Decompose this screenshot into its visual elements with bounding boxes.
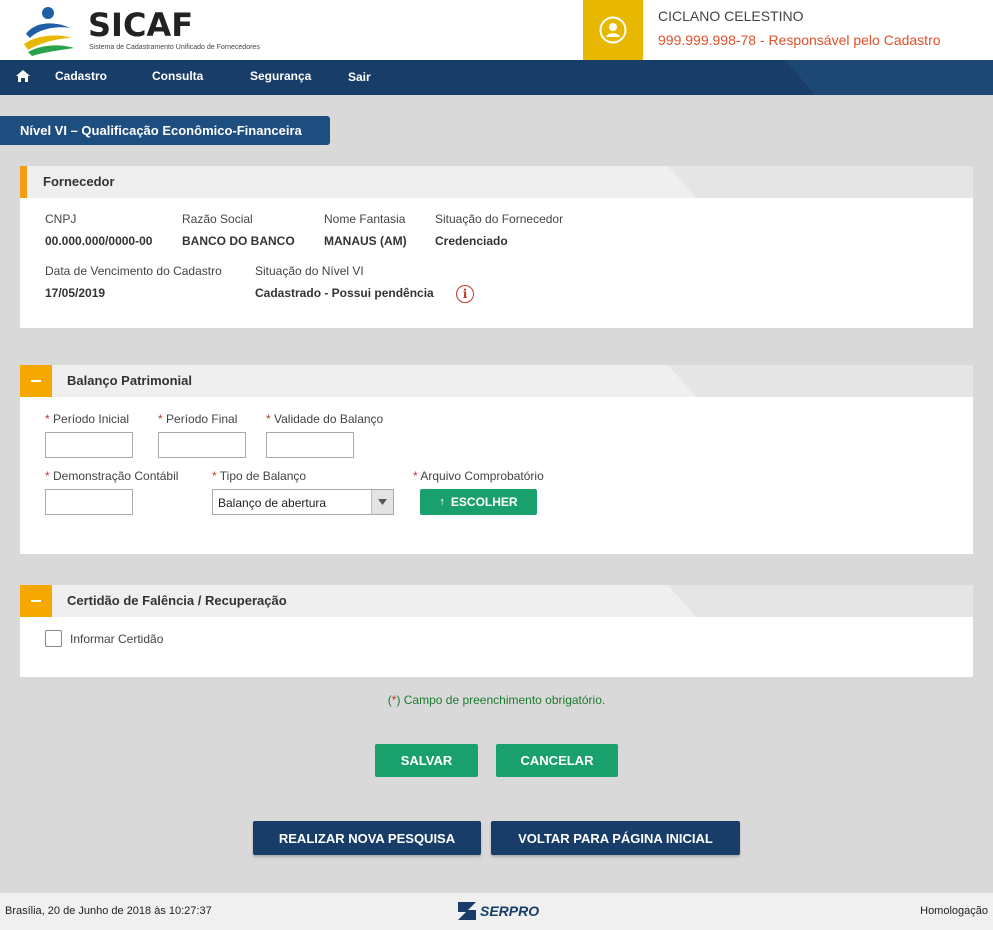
- footer-environment: Homologação: [920, 905, 988, 917]
- razao-social-value: BANCO DO BANCO: [182, 234, 295, 248]
- select-arrow[interactable]: [371, 490, 393, 514]
- required-mark: *: [45, 469, 50, 483]
- header-accent-bar: [20, 166, 27, 198]
- home-icon: [16, 70, 30, 82]
- required-mark: *: [158, 412, 163, 426]
- voltar-inicio-button[interactable]: VOLTAR PARA PÁGINA INICIAL: [491, 821, 740, 855]
- serpro-logo[interactable]: SERPRO: [456, 900, 539, 922]
- arquivo-label: * Arquivo Comprobatório: [413, 469, 544, 483]
- minus-icon: [31, 380, 41, 382]
- situacao-nivel-value: Cadastrado - Possui pendência: [255, 286, 434, 300]
- situacao-nivel-label: Situação do Nível VI: [255, 264, 364, 278]
- demonstracao-label: * Demonstração Contábil: [45, 469, 178, 483]
- validade-text: Validade do Balanço: [274, 412, 384, 426]
- fornecedor-panel-header: Fornecedor: [20, 166, 973, 198]
- validade-input[interactable]: [266, 432, 354, 458]
- salvar-button[interactable]: SALVAR: [375, 744, 478, 777]
- header-decoration: [663, 365, 973, 397]
- required-mark: *: [45, 412, 50, 426]
- user-box: CICLANO CELESTINO 999.999.998-78 - Respo…: [583, 0, 993, 60]
- collapse-button[interactable]: [20, 585, 52, 617]
- collapse-button[interactable]: [20, 365, 52, 397]
- demonstracao-input[interactable]: [45, 489, 133, 515]
- periodo-inicial-input[interactable]: [45, 432, 133, 458]
- serpro-text: SERPRO: [480, 903, 540, 919]
- tipo-balanco-text: Tipo de Balanço: [219, 469, 307, 483]
- razao-social-label: Razão Social: [182, 212, 253, 226]
- periodo-inicial-text: Período Inicial: [53, 412, 130, 426]
- vencimento-value: 17/05/2019: [45, 286, 106, 300]
- validade-label: * Validade do Balanço: [266, 412, 383, 426]
- footer-datetime: Brasília, 20 de Junho de 2018 às 10:27:3…: [5, 905, 212, 917]
- periodo-final-text: Período Final: [166, 412, 238, 426]
- nav-item-seguranca[interactable]: Segurança: [250, 69, 311, 83]
- required-mark: *: [266, 412, 271, 426]
- minus-icon: [31, 600, 41, 602]
- main-nav: Cadastro Consulta Segurança Sair: [0, 60, 993, 95]
- escolher-label: ESCOLHER: [450, 495, 518, 509]
- header-decoration: [663, 585, 973, 617]
- situacao-fornecedor-value: Credenciado: [435, 234, 508, 248]
- sicaf-logo-icon: [24, 7, 74, 56]
- tipo-balanco-label: * Tipo de Balanço: [212, 469, 306, 483]
- cnpj-value: 00.000.000/0000-00: [45, 234, 153, 248]
- upload-icon: ↑: [439, 496, 445, 508]
- sicaf-logo[interactable]: SICAF Sistema de Cadastramento Unificado…: [18, 4, 278, 58]
- required-mark: *: [212, 469, 217, 483]
- balanco-panel: Balanço Patrimonial * Período Inicial * …: [20, 365, 973, 554]
- footer: Brasília, 20 de Junho de 2018 às 10:27:3…: [0, 893, 993, 930]
- periodo-final-label: * Período Final: [158, 412, 237, 426]
- nav-item-sair[interactable]: Sair: [348, 70, 371, 84]
- informar-certidao-label[interactable]: Informar Certidão: [70, 632, 163, 646]
- user-avatar[interactable]: [583, 0, 643, 60]
- informar-certidao-checkbox[interactable]: [45, 630, 62, 647]
- cancelar-button[interactable]: CANCELAR: [496, 744, 618, 777]
- cnpj-label: CNPJ: [45, 212, 77, 226]
- nav-decoration: [785, 60, 993, 95]
- note-text: ) Campo de preenchimento obrigatório.: [396, 693, 606, 707]
- page-title: Nível VI – Qualificação Econômico-Financ…: [0, 116, 330, 145]
- certidao-panel: Certidão de Falência / Recuperação Infor…: [20, 585, 973, 677]
- user-name: CICLANO CELESTINO: [658, 8, 804, 24]
- nav-home[interactable]: [15, 69, 31, 86]
- header-decoration: [663, 166, 973, 198]
- fornecedor-title: Fornecedor: [43, 174, 115, 189]
- nome-fantasia-label: Nome Fantasia: [324, 212, 406, 226]
- escolher-button[interactable]: ↑ ESCOLHER: [420, 489, 537, 515]
- certidao-title: Certidão de Falência / Recuperação: [67, 593, 287, 608]
- nav-item-consulta[interactable]: Consulta: [152, 69, 203, 83]
- top-header: SICAF Sistema de Cadastramento Unificado…: [0, 0, 993, 60]
- vencimento-label: Data de Vencimento do Cadastro: [45, 264, 222, 278]
- balanco-panel-header: Balanço Patrimonial: [20, 365, 973, 397]
- tipo-balanco-value: Balanço de abertura: [218, 496, 327, 510]
- chevron-down-icon: [378, 499, 387, 505]
- info-icon[interactable]: i: [456, 285, 474, 303]
- user-avatar-icon: [599, 16, 627, 44]
- periodo-final-input[interactable]: [158, 432, 246, 458]
- logo-title: SICAF: [88, 6, 194, 44]
- nome-fantasia-value: MANAUS (AM): [324, 234, 407, 248]
- certidao-panel-header: Certidão de Falência / Recuperação: [20, 585, 973, 617]
- arquivo-text: Arquivo Comprobatório: [420, 469, 544, 483]
- required-note: (*) Campo de preenchimento obrigatório.: [0, 693, 993, 707]
- nav-item-cadastro[interactable]: Cadastro: [55, 69, 107, 83]
- tipo-balanco-select[interactable]: Balanço de abertura: [212, 489, 394, 515]
- nova-pesquisa-button[interactable]: REALIZAR NOVA PESQUISA: [253, 821, 481, 855]
- demonstracao-text: Demonstração Contábil: [53, 469, 179, 483]
- balanco-title: Balanço Patrimonial: [67, 373, 192, 388]
- user-role: 999.999.998-78 - Responsável pelo Cadast…: [658, 32, 941, 48]
- logo-subtitle: Sistema de Cadastramento Unificado de Fo…: [89, 44, 260, 51]
- situacao-fornecedor-label: Situação do Fornecedor: [435, 212, 564, 226]
- required-mark: *: [413, 469, 418, 483]
- serpro-logo-icon: [458, 902, 476, 920]
- periodo-inicial-label: * Período Inicial: [45, 412, 129, 426]
- fornecedor-panel: Fornecedor CNPJ 00.000.000/0000-00 Razão…: [20, 166, 973, 328]
